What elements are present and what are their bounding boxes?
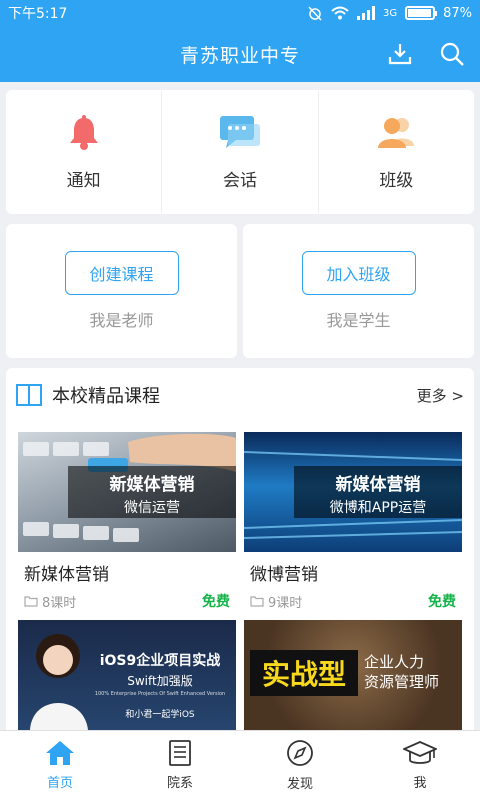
student-card: 加入班级 我是学生 — [243, 224, 474, 358]
search-button[interactable] — [436, 38, 468, 70]
app-bar: 青苏职业中专 — [0, 26, 480, 82]
course-thumbnail: 实战型 企业人力 资源管理师 — [244, 620, 462, 730]
teacher-card: 创建课程 我是老师 — [6, 224, 237, 358]
quick-item-label: 班级 — [379, 170, 414, 191]
course-price: 免费 — [202, 594, 230, 610]
banner-subtitle: 微信运营 — [124, 500, 180, 516]
quick-item-class[interactable]: 班级 — [319, 90, 474, 214]
folder-icon — [250, 596, 264, 607]
tab-me[interactable]: 我 — [360, 731, 480, 800]
course-hours: 9课时 — [268, 595, 303, 611]
course-card[interactable]: 实战型 企业人力 资源管理师 — [244, 620, 462, 730]
alarm-off-icon — [308, 6, 322, 21]
course-hours: 8课时 — [42, 595, 77, 611]
tab-discover[interactable]: 发现 — [240, 731, 360, 800]
tab-home[interactable]: 首页 — [0, 731, 120, 800]
teacher-label: 我是老师 — [89, 311, 154, 330]
battery-icon — [405, 6, 438, 20]
folder-icon — [24, 596, 38, 607]
course-card[interactable]: iOS9企业项目实战 Swift加强版 100% Enterprise Proj… — [18, 620, 236, 730]
document-icon — [169, 740, 191, 766]
banner-subtitle: 企业人力 — [364, 653, 425, 671]
tab-label: 首页 — [46, 776, 73, 791]
quick-item-chat[interactable]: 会话 — [162, 90, 319, 214]
quick-item-notice[interactable]: 通知 — [6, 90, 163, 214]
course-card[interactable]: 新媒体营销 微信运营 新媒体营销 8课时 免费 — [18, 432, 236, 611]
download-button[interactable] — [384, 38, 416, 70]
course-thumbnail: iOS9企业项目实战 Swift加强版 100% Enterprise Proj… — [18, 620, 236, 730]
course-price: 免费 — [428, 594, 456, 610]
course-title: 新媒体营销 — [24, 565, 109, 585]
page-title: 青苏职业中专 — [179, 44, 300, 67]
create-course-button[interactable]: 创建课程 — [64, 251, 179, 295]
bell-icon — [69, 114, 98, 150]
graduation-cap-icon — [403, 741, 437, 764]
tab-departments[interactable]: 院系 — [120, 731, 240, 800]
section-title: 本校精品课程 — [52, 386, 160, 407]
signal-icon — [356, 6, 375, 20]
download-icon — [388, 44, 412, 65]
join-class-button[interactable]: 加入班级 — [301, 251, 416, 295]
section-header: 本校精品课程 更多 > — [6, 368, 474, 422]
quick-item-label: 通知 — [66, 170, 101, 191]
banner-title: 新媒体营销 — [109, 475, 195, 495]
battery-percent: 87% — [443, 5, 472, 21]
people-icon — [378, 117, 415, 148]
banner-subtitle-2: 资源管理师 — [364, 673, 440, 691]
banner-subtitle: 微博和APP运营 — [329, 500, 427, 516]
quick-actions: 通知 会话 班级 — [6, 90, 474, 214]
tab-label: 发现 — [286, 777, 313, 792]
course-thumbnail: 新媒体营销 微信运营 — [18, 432, 236, 552]
banner-title: iOS9企业项目实战 — [99, 653, 221, 669]
banner-title: 实战型 — [250, 650, 358, 696]
search-icon — [440, 42, 464, 66]
banner-english: 100% Enterprise Projects Of Swift Enhanc… — [94, 691, 226, 697]
more-link[interactable]: 更多 > — [417, 385, 464, 406]
banner-title: 新媒体营销 — [335, 475, 421, 495]
tab-label: 我 — [413, 776, 427, 791]
course-title: 微博营销 — [250, 565, 318, 585]
bottom-tab-bar: 首页 院系 发现 我 — [0, 730, 480, 800]
course-card[interactable]: 新媒体营销 微博和APP运营 微博营销 9课时 免费 — [244, 432, 462, 611]
quick-item-label: 会话 — [222, 170, 257, 191]
status-time: 下午5:17 — [8, 6, 68, 22]
banner-footer: 和小君一起学iOS — [125, 710, 195, 720]
tab-label: 院系 — [166, 776, 193, 791]
featured-courses-section: 本校精品课程 更多 > 新媒体营销 微信运营 新媒体营销 8课时 免费 新媒体营… — [6, 368, 474, 748]
home-icon — [46, 741, 74, 765]
chat-icon — [219, 115, 260, 148]
banner-subtitle: Swift加强版 — [127, 674, 193, 688]
network-type: 3G — [382, 7, 398, 19]
compass-icon — [287, 740, 313, 766]
book-icon — [16, 384, 42, 406]
course-thumbnail: 新媒体营销 微博和APP运营 — [244, 432, 462, 552]
wifi-icon — [331, 6, 349, 20]
student-label: 我是学生 — [326, 311, 391, 330]
status-bar: 下午5:17 3G 87% — [0, 0, 480, 26]
